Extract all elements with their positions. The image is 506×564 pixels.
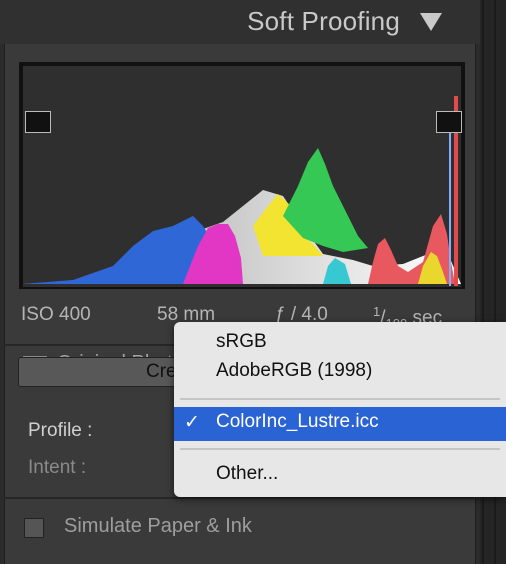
highlight-clipping-icon[interactable] [436, 111, 462, 133]
menu-item-label: ColorInc_Lustre.icc [216, 411, 379, 432]
create-proof-button-label: Cre [146, 361, 177, 382]
histogram-clip-bar-blue [449, 116, 451, 286]
menu-separator [180, 448, 500, 450]
intent-label: Intent : [28, 457, 87, 478]
shadow-clipping-icon[interactable] [25, 111, 51, 133]
profile-label: Profile : [28, 420, 93, 441]
histogram-graph [23, 96, 461, 286]
panel-header[interactable]: Soft Proofing [0, 0, 480, 44]
profile-dropdown-menu: sRGB AdobeRGB (1998) ✓ ColorInc_Lustre.i… [174, 322, 506, 497]
divider [4, 497, 474, 499]
checkmark-icon: ✓ [184, 412, 200, 433]
histogram-plot [23, 66, 461, 287]
collapse-triangle-icon[interactable] [420, 13, 442, 31]
menu-item-srgb[interactable]: sRGB [216, 331, 267, 353]
histogram [19, 62, 465, 289]
menu-item-adobergb[interactable]: AdobeRGB (1998) [216, 360, 372, 382]
iso-value: ISO 400 [21, 304, 91, 325]
menu-separator [180, 398, 500, 400]
panel-title: Soft Proofing [247, 6, 400, 36]
simulate-paper-ink-checkbox[interactable] [24, 518, 44, 538]
menu-item-colorinc-lustre[interactable]: ✓ ColorInc_Lustre.icc [174, 407, 506, 441]
simulate-paper-ink-label: Simulate Paper & Ink [64, 515, 252, 537]
menu-item-other[interactable]: Other... [216, 463, 278, 485]
